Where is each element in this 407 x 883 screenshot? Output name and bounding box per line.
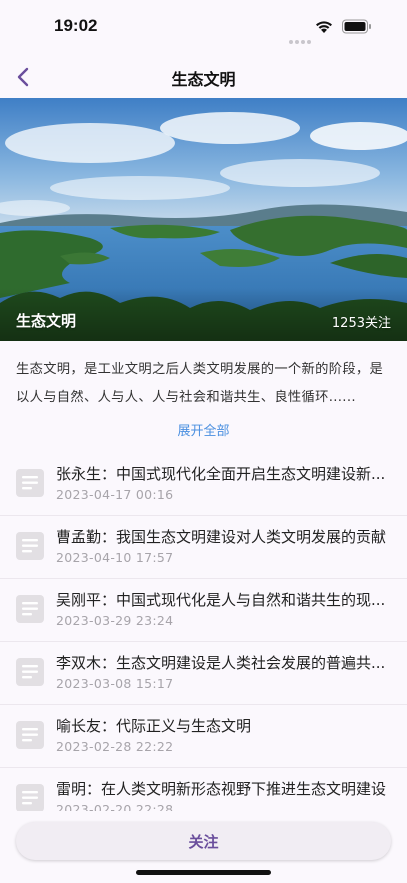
follow-button[interactable]: 关注 — [16, 822, 391, 860]
document-icon — [16, 658, 44, 686]
document-icon — [16, 721, 44, 749]
document-icon — [16, 595, 44, 623]
topic-description: 生态文明，是工业文明之后人类文明发展的一个新的阶段，是以人与自然、人与人、人与社… — [16, 362, 384, 405]
document-icon — [16, 532, 44, 560]
follower-count: 1253关注 — [331, 316, 391, 331]
list-item[interactable]: 雷明：在人类文明新形态视野下推进生态文明建设 2023-02-20 22:28 — [0, 768, 407, 811]
list-item[interactable]: 曹孟勤：我国生态文明建设对人类文明发展的贡献 2023-04-10 17:57 — [0, 516, 407, 579]
document-icon — [16, 784, 44, 811]
article-title: 雷明：在人类文明新形态视野下推进生态文明建设 — [56, 780, 387, 798]
article-date: 2023-02-28 22:22 — [56, 739, 174, 754]
list-item[interactable]: 吴刚平：中国式现代化是人与自然和谐共生的现... 2023-03-29 23:2… — [0, 579, 407, 642]
wifi-icon — [316, 21, 332, 33]
article-date: 2023-04-17 00:16 — [56, 487, 174, 502]
hero-title: 生态文明 — [16, 312, 77, 330]
article-date: 2023-03-29 23:24 — [56, 613, 174, 628]
article-title: 喻长友：代际正义与生态文明 — [56, 717, 252, 735]
article-title: 曹孟勤：我国生态文明建设对人类文明发展的贡献 — [56, 528, 387, 546]
page-title: 生态文明 — [171, 70, 236, 89]
status-time: 19:02 — [54, 16, 98, 35]
article-title: 张永生：中国式现代化全面开启生态文明建设新... — [56, 465, 386, 483]
article-title: 李双木：生态文明建设是人类社会发展的普遍共... — [56, 654, 386, 672]
article-date: 2023-02-20 22:28 — [56, 802, 174, 811]
battery-icon — [342, 19, 371, 34]
document-icon — [16, 469, 44, 497]
signal-dots-icon — [289, 29, 313, 48]
lake-landscape-image — [0, 98, 407, 341]
nav-bar: 生态文明 — [0, 56, 407, 98]
article-date: 2023-03-08 15:17 — [56, 676, 174, 691]
home-indicator — [136, 870, 271, 875]
article-date: 2023-04-10 17:57 — [56, 550, 174, 565]
expand-all-link[interactable]: 展开全部 — [0, 420, 407, 439]
article-list: 张永生：中国式现代化全面开启生态文明建设新... 2023-04-17 00:1… — [0, 453, 407, 811]
hero-banner: 生态文明 1253关注 — [0, 98, 407, 341]
list-item[interactable]: 张永生：中国式现代化全面开启生态文明建设新... 2023-04-17 00:1… — [0, 453, 407, 516]
list-item[interactable]: 喻长友：代际正义与生态文明 2023-02-28 22:22 — [0, 705, 407, 768]
article-title: 吴刚平：中国式现代化是人与自然和谐共生的现... — [56, 591, 386, 609]
status-bar: 19:02 — [0, 0, 407, 56]
list-item[interactable]: 李双木：生态文明建设是人类社会发展的普遍共... 2023-03-08 15:1… — [0, 642, 407, 705]
